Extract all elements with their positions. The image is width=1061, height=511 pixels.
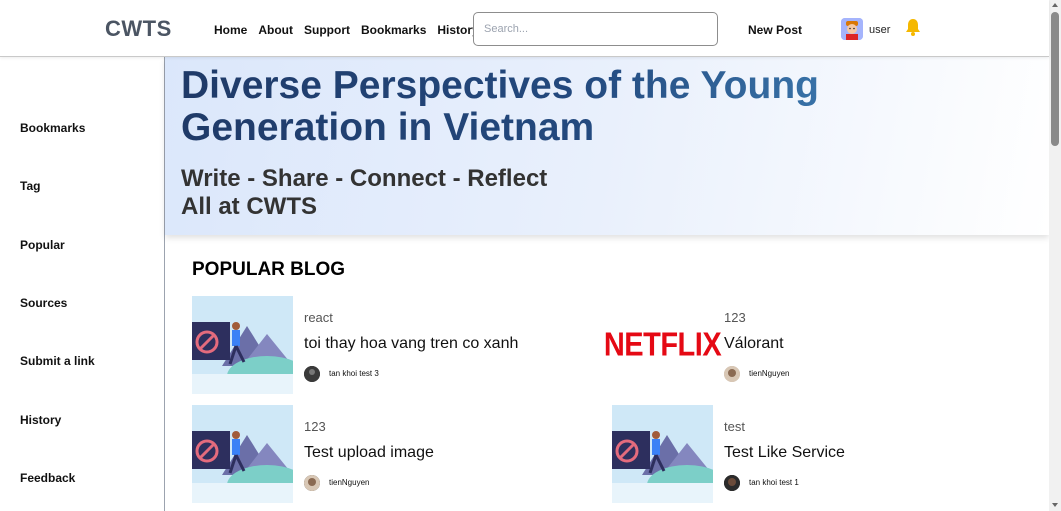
sidebar-item-sources[interactable]: Sources <box>20 296 67 310</box>
scroll-down-arrow-icon[interactable] <box>1052 503 1058 507</box>
blog-author[interactable]: tienNguyen <box>329 478 369 487</box>
hero-subtitle: Write - Share - Connect - Reflect All at… <box>181 165 547 221</box>
hero-title: Diverse Perspectives of the Young Genera… <box>181 65 901 149</box>
hero-subtitle-line2: All at CWTS <box>181 193 317 220</box>
author-avatar-icon <box>304 475 320 491</box>
sidebar-item-popular[interactable]: Popular <box>20 238 65 252</box>
netflix-logo-text: NETFLIX <box>603 326 722 363</box>
username-label[interactable]: user <box>869 24 890 36</box>
blog-tag[interactable]: react <box>304 310 333 325</box>
section-title: POPULAR BLOG <box>192 259 346 280</box>
hero-subtitle-line1: Write - Share - Connect - Reflect <box>181 165 548 192</box>
nav-home[interactable]: Home <box>214 23 247 37</box>
nav-about[interactable]: About <box>258 23 293 37</box>
blog-title[interactable]: toi thay hoa vang tren co xanh <box>304 335 518 353</box>
new-post-button[interactable]: New Post <box>748 23 802 37</box>
author-avatar-icon <box>724 475 740 491</box>
author-avatar-icon <box>304 366 320 382</box>
scroll-thumb[interactable] <box>1051 12 1059 146</box>
blog-author[interactable]: tienNguyen <box>749 369 789 378</box>
nav-support[interactable]: Support <box>304 23 350 37</box>
blog-author[interactable]: tan khoi test 3 <box>329 369 379 378</box>
netflix-logo-thumbnail[interactable]: NETFLIX <box>604 296 722 394</box>
page-scrollbar[interactable] <box>1049 0 1061 511</box>
blog-title[interactable]: Válorant <box>724 335 784 353</box>
main-nav: Home About Support Bookmarks History <box>214 23 490 37</box>
blog-thumbnail[interactable] <box>192 405 293 503</box>
sidebar-item-history[interactable]: History <box>20 413 61 427</box>
blog-thumbnail[interactable] <box>612 405 713 503</box>
top-header: CWTS Home About Support Bookmarks Histor… <box>0 0 1049 57</box>
sidebar-item-submit-link[interactable]: Submit a link <box>20 354 95 368</box>
site-logo[interactable]: CWTS <box>105 16 172 42</box>
sidebar-item-tag[interactable]: Tag <box>20 179 40 193</box>
blog-title[interactable]: Test Like Service <box>724 444 845 462</box>
author-avatar-icon <box>724 366 740 382</box>
user-avatar-icon[interactable] <box>841 18 863 40</box>
blog-tag[interactable]: 123 <box>724 310 746 325</box>
hero-banner: Diverse Perspectives of the Young Genera… <box>165 57 1049 235</box>
search-input[interactable] <box>473 12 718 46</box>
sidebar-item-feedback[interactable]: Feedback <box>20 471 75 485</box>
blog-card[interactable]: react toi thay hoa vang tren co xanh tan… <box>192 296 592 396</box>
blog-card[interactable]: NETFLIX 123 Válorant tienNguyen <box>604 296 1012 396</box>
blog-card[interactable]: 123 Test upload image tienNguyen <box>192 405 592 505</box>
sidebar: Bookmarks Tag Popular Sources Submit a l… <box>0 57 165 511</box>
blog-title[interactable]: Test upload image <box>304 444 434 462</box>
bell-icon[interactable] <box>903 17 923 37</box>
blog-thumbnail[interactable] <box>192 296 293 394</box>
nav-bookmarks[interactable]: Bookmarks <box>361 23 426 37</box>
blog-tag[interactable]: test <box>724 419 745 434</box>
scroll-up-arrow-icon[interactable] <box>1052 3 1058 7</box>
blog-author[interactable]: tan khoi test 1 <box>749 478 799 487</box>
blog-tag[interactable]: 123 <box>304 419 326 434</box>
sidebar-item-bookmarks[interactable]: Bookmarks <box>20 121 85 135</box>
blog-card[interactable]: test Test Like Service tan khoi test 1 <box>612 405 1012 505</box>
